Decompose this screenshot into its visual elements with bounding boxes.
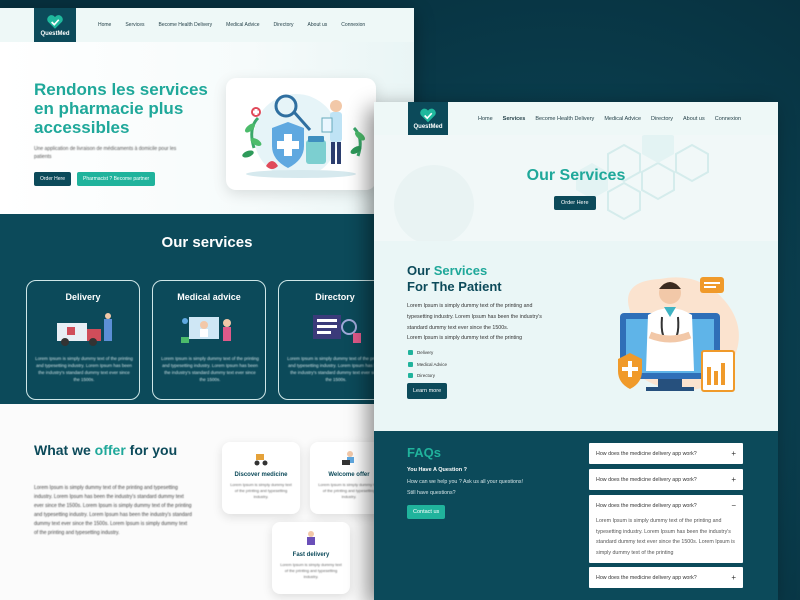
offer-card-desc: Lorem Ipsum is simply dummy text of the … [280, 562, 342, 579]
faq-item[interactable]: How does the medicine delivery app work?… [589, 469, 743, 490]
service-card-desc: Lorem Ipsum is simply dummy text of the … [287, 356, 385, 382]
offer-card-fast-delivery[interactable]: Fast delivery Lorem Ipsum is simply dumm… [272, 522, 350, 594]
checkbox-checked-icon [408, 350, 413, 356]
patient-services-section: Our Services For The Patient Lorem Ipsum … [374, 241, 778, 431]
logo-text: QuestMed [413, 123, 443, 130]
patient-services-heading: Our Services For The Patient [407, 263, 502, 294]
nav-about[interactable]: About us [683, 116, 705, 122]
medical-shield-illustration [242, 94, 365, 178]
top-navbar: QuestMed Home Services Become Health Del… [0, 8, 414, 42]
contact-us-button[interactable]: Contact us [407, 505, 446, 519]
hero-subtitle: Une application de livraison de médicame… [34, 146, 177, 160]
order-here-button[interactable]: Order Here [554, 196, 596, 210]
nav-home[interactable]: Home [98, 22, 111, 28]
faq-still-text: Still have questions? [407, 490, 456, 496]
courier-icon [307, 531, 315, 545]
hexagon-pattern [394, 135, 709, 241]
nav-medical-advice[interactable]: Medical Advice [604, 116, 641, 122]
faq-item-answer: Lorem Ipsum is simply dummy text of the … [596, 518, 735, 556]
faq-item-expanded[interactable]: How does the medicine delivery app work?… [589, 495, 743, 563]
doctor-laptop-icon [342, 451, 354, 465]
offer-card-discover[interactable]: Discover medicine Lorem Ipsum is simply … [222, 442, 300, 514]
nav-services[interactable]: Services [503, 116, 526, 122]
nav-menu: Home Services Become Health Delivery Med… [478, 116, 741, 122]
logo[interactable]: QuestMed [34, 8, 76, 42]
service-card-desc: Lorem Ipsum is simply dummy text of the … [161, 356, 259, 382]
services-section: Our services Delivery Lorem Ipsum is sim… [0, 214, 414, 404]
hero-buttons: Order Here Pharmacist ? Become partner [34, 172, 156, 186]
nav-about[interactable]: About us [308, 22, 328, 28]
faq-item[interactable]: How does the medicine delivery app work?… [589, 567, 743, 588]
top-navbar: QuestMed Home Services Become Health Del… [374, 102, 778, 135]
nav-connexion[interactable]: Connexion [715, 116, 741, 122]
services-hero-title: Our Services [526, 167, 626, 184]
directory-list-icon [313, 315, 361, 343]
faq-help-text: How can we help you ? Ask us all your qu… [407, 479, 524, 485]
offer-card-desc: Lorem Ipsum is simply dummy text of the … [230, 482, 292, 499]
services-heading: Our services [161, 234, 253, 251]
faq-item-question: How does the medicine delivery app work? [596, 476, 697, 483]
heart-check-icon [47, 14, 63, 29]
offer-card-title: Discover medicine [234, 472, 288, 478]
checkbox-checked-icon [408, 373, 413, 379]
nav-become-delivery[interactable]: Become Health Delivery [159, 22, 213, 28]
services-hero: Our Services Order Here [374, 135, 778, 241]
faq-question-label: You Have A Question ? [407, 467, 467, 473]
offer-section: What we offer for you Lorem Ipsum is sim… [0, 404, 414, 600]
checkbox-checked-icon [408, 361, 413, 367]
nav-medical-advice[interactable]: Medical Advice [226, 22, 259, 28]
patient-services-desc: Lorem Ipsum is simply dummy text of the … [407, 303, 542, 331]
become-partner-button[interactable]: Pharmacist ? Become partner [77, 172, 156, 186]
hero-section: Rendons les services en pharmacie plus a… [0, 42, 414, 214]
service-card-title: Delivery [65, 292, 101, 302]
nav-directory[interactable]: Directory [274, 22, 294, 28]
logo-text: QuestMed [40, 30, 70, 37]
faq-item-question: How does the medicine delivery app work? [596, 574, 697, 581]
service-checklist: Delivery Medical Advice Directory [408, 347, 447, 382]
faq-heading: FAQs [407, 445, 441, 460]
logo[interactable]: QuestMed [408, 102, 448, 135]
service-card-desc: Lorem Ipsum is simply dummy text of the … [35, 356, 133, 382]
doctor-illustration [618, 277, 739, 392]
plus-icon[interactable]: + [731, 475, 736, 484]
services-page-mockup: QuestMed Home Services Become Health Del… [374, 102, 778, 600]
hero-title: Rendons les services en pharmacie plus a… [34, 80, 208, 137]
faq-section: FAQs You Have A Question ? How can we he… [374, 431, 778, 600]
checklist-item[interactable]: Medical Advice [408, 359, 447, 371]
faq-item-question: How does the medicine delivery app work? [596, 450, 697, 457]
checklist-item[interactable]: Delivery [408, 347, 447, 359]
offer-heading-highlight: offer [94, 442, 126, 458]
landing-page-mockup: QuestMed Home Services Become Health Del… [0, 8, 414, 600]
offer-heading: What we offer for you [34, 442, 178, 458]
heart-check-icon [420, 108, 436, 122]
hero-illustration [226, 78, 376, 190]
delivery-truck-icon [57, 313, 112, 346]
faq-item[interactable]: How does the medicine delivery app work?… [589, 443, 743, 464]
patient-services-desc-2: Lorem Ipsum is simply dummy text of the … [407, 335, 523, 341]
learn-more-button[interactable]: Learn more [407, 383, 448, 399]
service-card-title: Medical advice [177, 292, 241, 302]
nav-menu: Home Services Become Health Delivery Med… [98, 22, 365, 28]
plus-icon[interactable]: + [731, 573, 736, 582]
plus-icon[interactable]: + [731, 449, 736, 458]
minus-icon[interactable]: − [731, 501, 736, 510]
offer-card-title: Fast delivery [292, 552, 330, 558]
nav-directory[interactable]: Directory [651, 116, 673, 122]
heading-highlight: Services [433, 263, 488, 278]
nav-connexion[interactable]: Connexion [341, 22, 365, 28]
service-card-medical-advice[interactable]: Medical advice Lorem Ipsum is simply dum… [152, 280, 266, 400]
medical-consultation-icon [181, 317, 231, 343]
offer-card-desc: Lorem Ipsum is simply dummy text of the … [318, 482, 380, 499]
scooter-icon [254, 454, 268, 466]
nav-services[interactable]: Services [125, 22, 144, 28]
order-here-button[interactable]: Order Here [34, 172, 72, 186]
nav-home[interactable]: Home [478, 116, 493, 122]
nav-become-delivery[interactable]: Become Health Delivery [535, 116, 594, 122]
checklist-item[interactable]: Directory [408, 370, 447, 382]
service-card-delivery[interactable]: Delivery Lorem Ipsum is simply dummy tex… [26, 280, 140, 400]
faq-item-question: How does the medicine delivery app work? [596, 502, 697, 509]
offer-text: Lorem Ipsum is simply dummy text of the … [34, 485, 192, 536]
